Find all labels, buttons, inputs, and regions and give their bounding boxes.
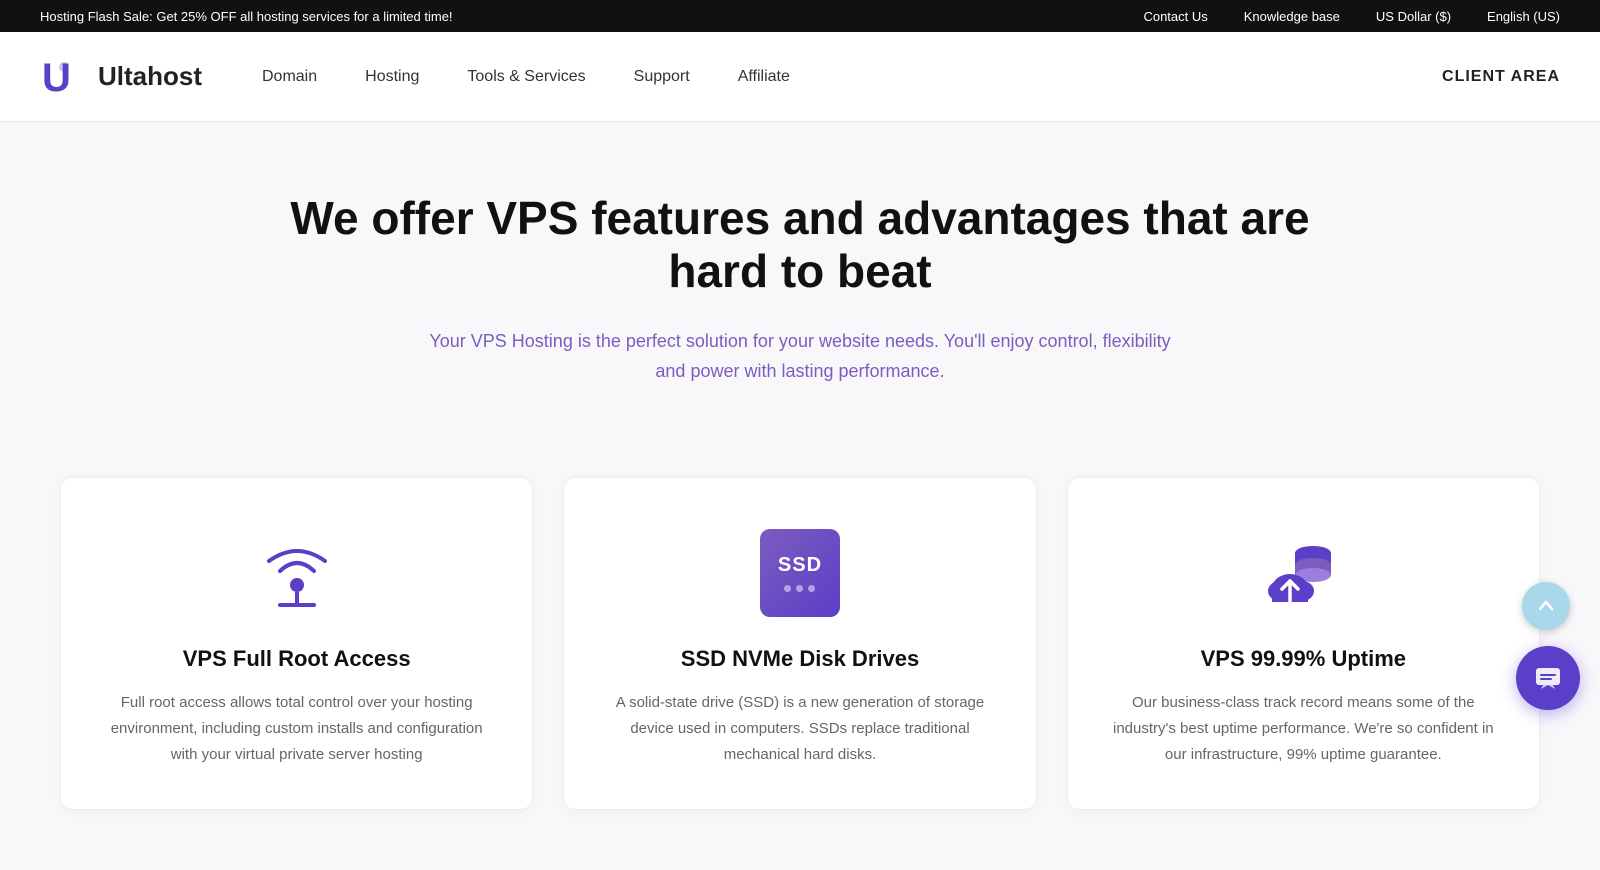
client-area-button[interactable]: CLIENT AREA (1442, 68, 1560, 86)
arrow-up-icon (1535, 595, 1557, 617)
wifi-router-icon (101, 528, 492, 618)
logo[interactable]: U Ultahost (40, 53, 202, 101)
chat-icon (1533, 663, 1563, 693)
nav-tools-services[interactable]: Tools & Services (467, 68, 585, 85)
nav-support[interactable]: Support (634, 68, 690, 85)
nav-domain[interactable]: Domain (262, 68, 317, 85)
hero-description: Your VPS Hosting is the perfect solution… (420, 326, 1180, 387)
card-desc-uptime: Our business-class track record means so… (1108, 690, 1499, 769)
knowledge-base-link[interactable]: Knowledge base (1244, 9, 1340, 24)
top-bar-links: Contact Us Knowledge base US Dollar ($) … (1143, 9, 1560, 24)
logo-icon: U (40, 53, 88, 101)
svg-text:U: U (42, 56, 71, 100)
nav-hosting[interactable]: Hosting (365, 68, 419, 85)
language-link[interactable]: English (US) (1487, 9, 1560, 24)
card-desc-vps-root: Full root access allows total control ov… (101, 690, 492, 769)
logo-text: Ultahost (98, 61, 202, 92)
scroll-to-top-button[interactable] (1522, 582, 1570, 630)
card-desc-ssd: A solid-state drive (SSD) is a new gener… (604, 690, 995, 769)
nav-menu: Domain Hosting Tools & Services Support … (262, 68, 1442, 86)
chat-button[interactable] (1516, 646, 1580, 710)
ssd-drive-icon: SSD (604, 528, 995, 618)
hero-section: We offer VPS features and advantages tha… (0, 122, 1600, 437)
card-title-ssd: SSD NVMe Disk Drives (604, 646, 995, 672)
features-section: VPS Full Root Access Full root access al… (0, 437, 1600, 870)
promo-text: Hosting Flash Sale: Get 25% OFF all host… (40, 9, 1143, 24)
feature-card-vps-root: VPS Full Root Access Full root access al… (60, 477, 533, 810)
feature-card-uptime: VPS 99.99% Uptime Our business-class tra… (1067, 477, 1540, 810)
currency-link[interactable]: US Dollar ($) (1376, 9, 1451, 24)
cloud-upload-icon (1108, 528, 1499, 618)
card-title-uptime: VPS 99.99% Uptime (1108, 646, 1499, 672)
hero-title: We offer VPS features and advantages tha… (250, 192, 1350, 298)
card-title-vps-root: VPS Full Root Access (101, 646, 492, 672)
top-bar: Hosting Flash Sale: Get 25% OFF all host… (0, 0, 1600, 32)
main-navbar: U Ultahost Domain Hosting Tools & Servic… (0, 32, 1600, 122)
nav-affiliate[interactable]: Affiliate (738, 68, 790, 85)
feature-card-ssd-nvme: SSD SSD NVMe Disk Drives A solid-state d… (563, 477, 1036, 810)
contact-link[interactable]: Contact Us (1143, 9, 1207, 24)
